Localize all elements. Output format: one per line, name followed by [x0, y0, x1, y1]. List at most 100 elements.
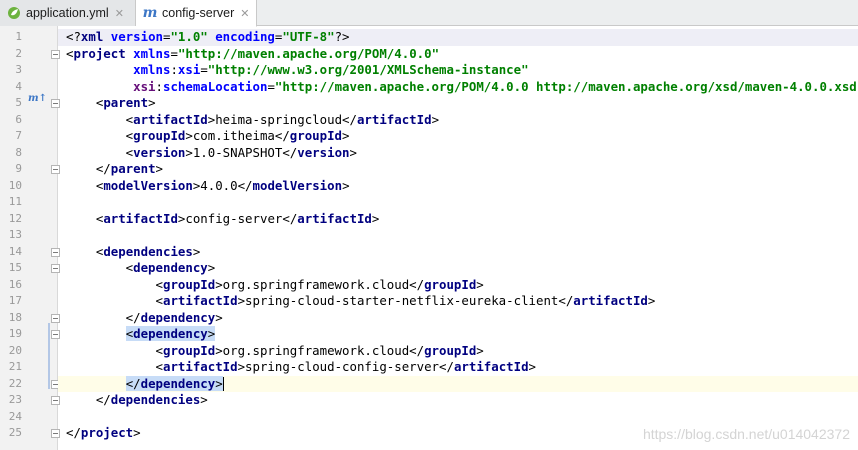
code-line[interactable]: <artifactId>config-server</artifactId> [58, 211, 858, 228]
code-token: "1.0" [170, 29, 216, 44]
code-line[interactable]: </dependencies> [58, 392, 858, 409]
code-token: "http://www.w3.org/2001/XMLSchema-instan… [207, 62, 529, 77]
code-token: "UTF-8" [282, 29, 335, 44]
code-line[interactable]: <groupId>org.springframework.cloud</grou… [58, 343, 858, 360]
code-token: dependencies [110, 392, 201, 407]
tab-label: application.yml [26, 6, 109, 20]
code-token: < [66, 210, 104, 226]
code-line[interactable]: <dependencies> [58, 244, 858, 261]
code-line[interactable]: <dependency> [58, 260, 858, 277]
line-number-gutter: m↑ 1 2 3 4 5 6 7 8 9 10 11 12 13 14 15 16 17 18 19 20 21 22 23… [0, 26, 60, 450]
code-token: < [66, 243, 104, 259]
code-token: >4.0.0</ [192, 177, 253, 193]
code-token: > [476, 276, 484, 292]
code-token: xmlns [133, 45, 171, 61]
tab-label: config-server [162, 6, 235, 20]
code-token: > [215, 309, 223, 325]
code-token: xml [80, 29, 111, 44]
code-token: project [80, 425, 134, 440]
code-token: encoding [215, 29, 275, 44]
line-number: 3 [15, 63, 22, 76]
close-icon[interactable]: ✕ [240, 7, 249, 20]
line-number: 13 [8, 228, 22, 241]
line-number: 5 [15, 96, 22, 109]
code-line[interactable]: </dependency> [58, 310, 858, 327]
code-token: xmlns [133, 62, 171, 77]
code-token: artifactId [297, 210, 372, 226]
code-line[interactable]: <?xml version="1.0" encoding="UTF-8"?> [58, 29, 858, 46]
code-line[interactable]: <project xmlns="http://maven.apache.org/… [58, 46, 858, 63]
spring-leaf-icon [6, 5, 22, 21]
code-token: schemaLocation [163, 78, 268, 94]
code-token: artifactId [573, 293, 648, 308]
code-line[interactable] [58, 194, 858, 211]
code-token: artifactId [162, 293, 238, 308]
code-token: "http://maven.apache.org/POM/4.0.0 http:… [274, 78, 858, 94]
code-token: >spring-cloud-config-server</ [237, 359, 454, 374]
code-line[interactable]: <groupId>org.springframework.cloud</grou… [58, 277, 858, 294]
code-token: groupId [289, 128, 343, 143]
code-token: version [297, 144, 350, 160]
code-line[interactable]: <artifactId>spring-cloud-config-server</… [58, 359, 858, 376]
code-token: artifactId [133, 111, 208, 127]
code-token: artifactId [453, 359, 529, 374]
code-line[interactable] [58, 409, 858, 426]
code-token: </ [66, 392, 111, 407]
code-editor[interactable]: m↑ 1 2 3 4 5 6 7 8 9 10 11 12 13 14 15 16 17 18 19 20 21 22 23… [0, 26, 858, 450]
code-token: : [170, 62, 178, 77]
code-line[interactable]: <dependency> [58, 326, 858, 343]
code-token: : [155, 78, 163, 94]
code-line[interactable]: <artifactId>heima-springcloud</artifactI… [58, 112, 858, 129]
code-line[interactable]: </dependency> [58, 375, 858, 392]
code-token: < [66, 260, 134, 275]
code-token: </ [66, 161, 111, 176]
code-token: > [133, 425, 141, 440]
line-number: 10 [8, 178, 22, 192]
close-icon[interactable]: ✕ [115, 7, 124, 20]
code-token: >config-server</ [177, 210, 298, 226]
code-token: > [342, 128, 350, 143]
code-line[interactable]: <version>1.0-SNAPSHOT</version> [58, 145, 858, 162]
code-line[interactable]: xsi:schemaLocation="http://maven.apache.… [58, 79, 858, 96]
code-line[interactable]: <artifactId>spring-cloud-starter-netflix… [58, 293, 858, 310]
code-token: >heima-springcloud</ [207, 111, 357, 127]
code-token: "http://maven.apache.org/POM/4.0.0" [177, 45, 440, 61]
code-token: dependencies [103, 243, 193, 259]
line-number: 16 [8, 277, 22, 291]
tab-application-yml[interactable]: application.yml ✕ [0, 0, 136, 26]
watermark: https://blog.csdn.net/u014042372 [642, 426, 850, 442]
code-token: >com.itheima</ [185, 128, 290, 143]
line-number: 19 [8, 327, 22, 340]
code-token: >org.springframework.cloud</ [215, 276, 425, 292]
text-caret [222, 377, 224, 391]
code-token: > [371, 210, 380, 226]
code-area[interactable]: ✔ <?xml version="1.0" encoding="UTF-8"?>… [58, 26, 858, 450]
code-token: > [349, 144, 357, 160]
code-token: > [431, 111, 440, 127]
line-number: 1 [15, 30, 22, 43]
code-line[interactable] [58, 227, 858, 244]
code-token: > [342, 177, 350, 193]
line-number: 22 [8, 376, 22, 390]
code-line[interactable]: <modelVersion>4.0.0</modelVersion> [58, 178, 858, 195]
code-token: > [192, 243, 201, 259]
implemented-marker-icon[interactable]: m↑ [28, 93, 47, 104]
code-line[interactable]: </parent> [58, 161, 858, 178]
code-token: >1.0-SNAPSHOT</ [185, 144, 298, 160]
tab-config-server[interactable]: m config-server ✕ [136, 0, 257, 27]
code-token: artifactId [103, 210, 178, 226]
line-number: 20 [8, 343, 22, 357]
code-line[interactable]: xmlns:xsi="http://www.w3.org/2001/XMLSch… [58, 62, 858, 79]
code-line[interactable]: <parent> [58, 95, 858, 112]
change-marker[interactable] [48, 323, 50, 389]
line-number: 7 [15, 129, 22, 142]
line-number: 18 [8, 310, 22, 324]
code-line[interactable]: <groupId>com.itheima</groupId> [58, 128, 858, 145]
code-token: groupId [424, 276, 477, 292]
code-token: version [133, 144, 186, 160]
maven-m-icon: m [142, 5, 158, 21]
line-number: 25 [8, 426, 22, 439]
code-token: ?> [334, 29, 350, 44]
